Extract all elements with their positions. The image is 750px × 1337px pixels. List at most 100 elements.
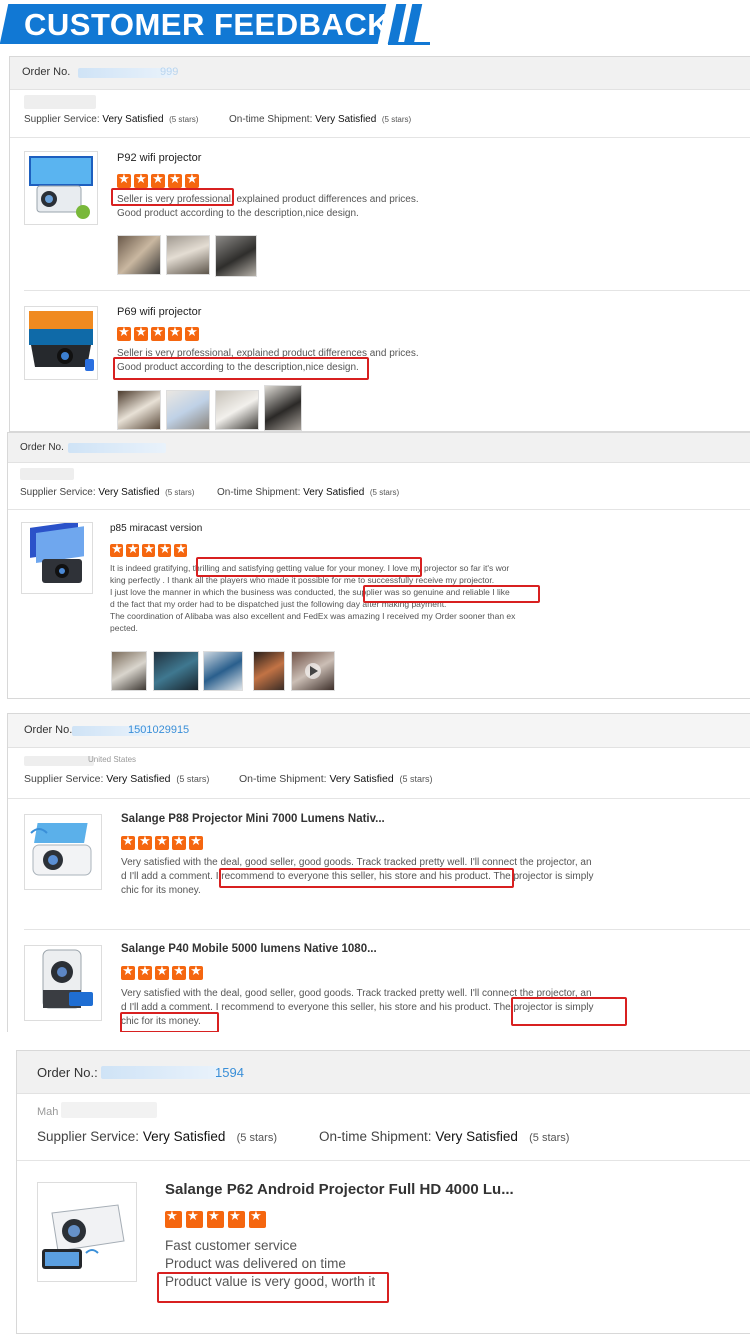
star-icon	[168, 172, 182, 188]
highlight-box	[219, 868, 514, 888]
star-icon	[151, 172, 165, 188]
card-header: Order No. 999	[10, 57, 750, 90]
divider	[17, 1160, 750, 1161]
star-icon	[158, 542, 172, 558]
review-photo[interactable]	[166, 390, 210, 430]
product-title[interactable]: p85 miracast version	[110, 523, 202, 534]
review-photo[interactable]	[111, 651, 147, 691]
buyer-name-mask	[24, 756, 94, 766]
order-label: Order No.	[24, 724, 73, 736]
supplier-service-rating: Supplier Service: Very Satisfied (5 star…	[37, 1129, 277, 1144]
projector-image-icon	[22, 523, 92, 593]
review-photo[interactable]	[264, 385, 302, 431]
star-icon	[155, 964, 169, 980]
divider	[8, 798, 750, 799]
product-title[interactable]: P69 wifi projector	[117, 306, 201, 318]
banner-underline	[388, 42, 430, 45]
supplier-service-rating: Supplier Service: Very Satisfied (5 star…	[24, 773, 210, 785]
product-thumbnail[interactable]	[24, 814, 102, 890]
order-number-mask	[101, 1066, 219, 1079]
star-icon	[168, 325, 182, 341]
on-time-shipment-rating: On-time Shipment: Very Satisfied (5 star…	[239, 773, 433, 785]
order-number[interactable]: 1501029915	[128, 724, 189, 736]
order-number-mask	[78, 68, 173, 78]
review-photo[interactable]	[117, 390, 161, 430]
buyer-name: Mah	[37, 1106, 59, 1118]
star-icon	[185, 325, 199, 341]
review-photo[interactable]	[215, 390, 259, 430]
product-title[interactable]: Salange P88 Projector Mini 7000 Lumens N…	[121, 813, 385, 825]
order-label: Order No.	[22, 66, 71, 78]
review-photo[interactable]	[203, 651, 243, 691]
customer-feedback-banner: CUSTOMER FEEDBACK	[0, 0, 750, 50]
buyer-name-mask	[61, 1102, 157, 1118]
rating-stars	[117, 172, 199, 188]
feedback-card-3: Order No. 1501029915 United States Suppl…	[7, 713, 750, 1032]
star-icon	[142, 542, 156, 558]
divider	[24, 290, 750, 291]
star-icon	[228, 1209, 245, 1228]
banner-stripe-icon	[403, 4, 423, 44]
projector-image-icon	[38, 1183, 136, 1281]
on-time-shipment-rating: On-time Shipment: Very Satisfied (5 star…	[217, 487, 400, 498]
star-icon	[249, 1209, 266, 1228]
banner-title: CUSTOMER FEEDBACK	[24, 7, 391, 42]
rating-stars	[121, 834, 203, 850]
star-icon	[189, 964, 203, 980]
buyer-name-mask	[24, 95, 96, 109]
order-label: Order No.:	[37, 1065, 98, 1080]
review-photo[interactable]	[253, 651, 285, 691]
divider	[24, 929, 750, 930]
star-icon	[138, 834, 152, 850]
card-header: Order No.: 1594	[17, 1051, 750, 1094]
divider	[8, 509, 750, 510]
star-icon	[172, 834, 186, 850]
order-number[interactable]: 1594	[215, 1065, 244, 1080]
star-icon	[207, 1209, 224, 1228]
star-icon	[172, 964, 186, 980]
star-icon	[138, 964, 152, 980]
on-time-shipment-rating: On-time Shipment: Very Satisfied (5 star…	[229, 114, 412, 125]
highlight-box	[120, 1012, 219, 1032]
review-photo[interactable]	[153, 651, 199, 691]
banner-stripe-icon	[387, 4, 407, 44]
product-thumbnail[interactable]	[24, 306, 98, 380]
star-icon	[121, 834, 135, 850]
order-number-mask	[68, 443, 166, 453]
rating-stars	[110, 542, 188, 558]
star-icon	[185, 172, 199, 188]
feedback-card-4: Order No.: 1594 Mah Supplier Service: Ve…	[16, 1050, 750, 1334]
review-video[interactable]	[291, 651, 335, 691]
product-thumbnail[interactable]	[37, 1182, 137, 1282]
review-photo[interactable]	[117, 235, 161, 275]
highlight-box	[196, 557, 422, 577]
product-thumbnail[interactable]	[24, 945, 102, 1021]
star-icon	[134, 325, 148, 341]
buyer-name-mask	[20, 468, 74, 480]
projector-image-icon	[25, 152, 97, 224]
feedback-card-2: Order No. Supplier Service: Very Satisfi…	[7, 432, 750, 699]
product-title[interactable]: Salange P62 Android Projector Full HD 40…	[165, 1181, 514, 1198]
review-photo[interactable]	[215, 235, 257, 277]
divider	[10, 137, 750, 138]
review-photo[interactable]	[166, 235, 210, 275]
rating-stars	[165, 1209, 266, 1228]
star-icon	[189, 834, 203, 850]
star-icon	[126, 542, 140, 558]
projector-image-icon	[25, 815, 101, 889]
product-title[interactable]: P92 wifi projector	[117, 152, 201, 164]
product-thumbnail[interactable]	[24, 151, 98, 225]
highlight-box	[511, 997, 627, 1026]
star-icon	[151, 325, 165, 341]
product-thumbnail[interactable]	[21, 522, 93, 594]
rating-stars	[121, 964, 203, 980]
order-number[interactable]: 999	[160, 66, 178, 78]
play-icon	[305, 663, 321, 679]
star-icon	[134, 172, 148, 188]
star-icon	[117, 172, 131, 188]
star-icon	[121, 964, 135, 980]
buyer-location: United States	[88, 755, 137, 764]
card-header: Order No. 1501029915	[8, 714, 750, 748]
star-icon	[110, 542, 124, 558]
product-title[interactable]: Salange P40 Mobile 5000 lumens Native 10…	[121, 943, 377, 955]
